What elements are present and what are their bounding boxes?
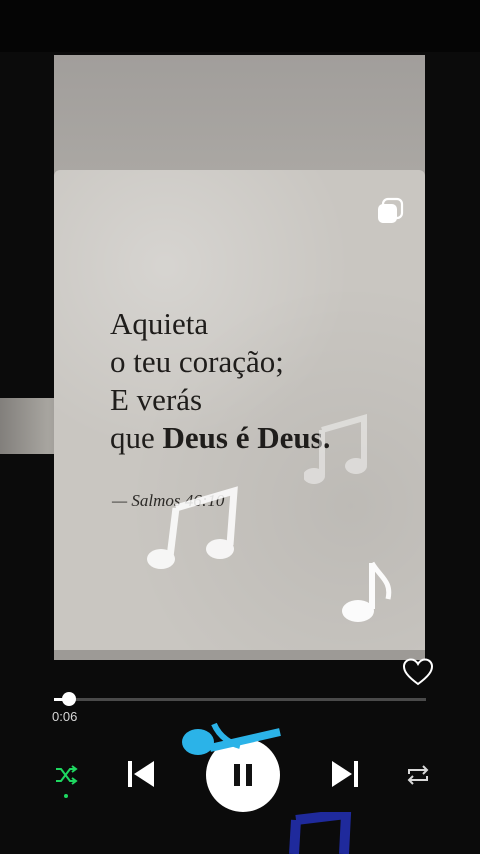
shuffle-active-dot: [64, 794, 68, 798]
frame-bottom-area: [54, 650, 425, 660]
copy-icon: [378, 197, 404, 223]
progress-bar[interactable]: [54, 692, 426, 706]
quote-line: o teu coração;: [110, 344, 284, 379]
progress-knob[interactable]: [61, 692, 76, 706]
quote-line: E verás: [110, 382, 203, 417]
quote-line-last: que Deus é Deus.: [110, 419, 330, 457]
music-note-icon: [147, 486, 238, 569]
quote-line: Aquieta: [110, 306, 209, 341]
quote-prefix: que: [110, 420, 163, 455]
quote-text: Aquieta o teu coração; E verás que Deus …: [110, 305, 330, 457]
music-note-icon: [304, 414, 367, 484]
status-bar: [0, 0, 480, 52]
repeat-icon[interactable]: [405, 764, 431, 786]
elapsed-time: 0:06: [52, 709, 78, 724]
next-icon[interactable]: [330, 759, 360, 789]
video-frame[interactable]: Aquieta o teu coração; E verás que Deus …: [54, 55, 425, 660]
previous-icon[interactable]: [126, 759, 156, 789]
music-note-icon: [289, 812, 352, 854]
music-note-icon: [342, 561, 392, 622]
heart-icon[interactable]: [403, 658, 433, 686]
shuffle-icon[interactable]: [54, 764, 78, 786]
frame-top-area: [54, 55, 425, 170]
music-note-icon: [182, 722, 281, 755]
